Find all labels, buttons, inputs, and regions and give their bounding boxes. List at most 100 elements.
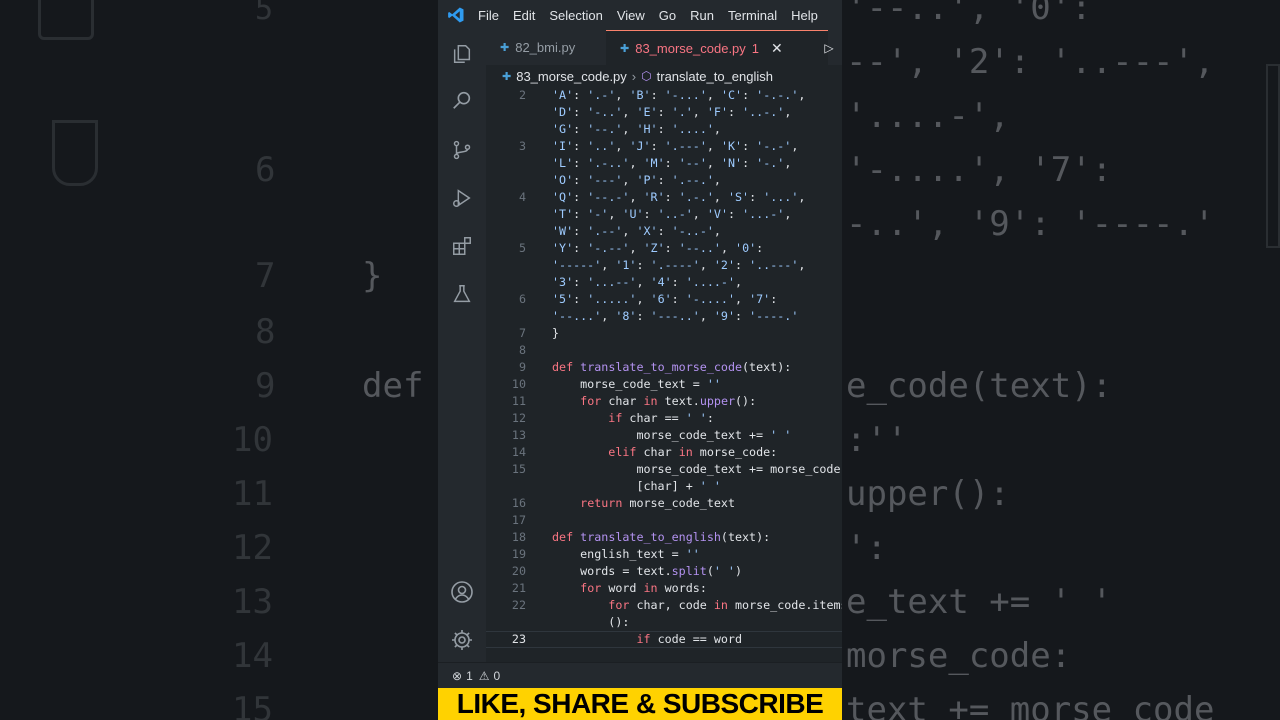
- menu-help[interactable]: Help: [791, 8, 818, 23]
- menu-go[interactable]: Go: [659, 8, 676, 23]
- code-line[interactable]: 3 'I': '..', 'J': '.---', 'K': '-.-',: [486, 138, 842, 155]
- code-line[interactable]: [char] + ' ': [486, 478, 842, 495]
- code-line[interactable]: 'W': '.--', 'X': '-..-',: [486, 223, 842, 240]
- menu-edit[interactable]: Edit: [513, 8, 535, 23]
- code-line[interactable]: 21 for word in words:: [486, 580, 842, 597]
- blurred-code-text: :'': [846, 420, 908, 460]
- search-icon[interactable]: [450, 88, 474, 112]
- blurred-line-number: 10: [232, 420, 273, 460]
- code-line[interactable]: 19 english_text = '': [486, 546, 842, 563]
- code-line[interactable]: 10 morse_code_text = '': [486, 376, 842, 393]
- code-line[interactable]: '3': '...--', '4': '....-',: [486, 274, 842, 291]
- code-line[interactable]: 'T': '-', 'U': '..-', 'V': '...-',: [486, 206, 842, 223]
- blurred-line-number: 8: [255, 312, 276, 352]
- blurred-code-text: }: [362, 256, 383, 296]
- code-line[interactable]: 17: [486, 512, 842, 529]
- code-text: morse_code_text += morse_code: [552, 462, 841, 476]
- line-number: 23: [511, 632, 526, 646]
- error-icon[interactable]: ⊗: [452, 669, 462, 683]
- code-line[interactable]: 22 for char, code in morse_code.items: [486, 597, 842, 614]
- code-line[interactable]: 18 def translate_to_english(text):: [486, 529, 842, 546]
- blurred-code-text: -..', '9': '----.': [846, 204, 1215, 244]
- code-line[interactable]: 20 words = text.split(' '): [486, 563, 842, 580]
- code-line[interactable]: 16 return morse_code_text: [486, 495, 842, 512]
- source-control-icon[interactable]: [450, 138, 474, 162]
- code-line[interactable]: '-----', '1': '.----', '2': '..---',: [486, 257, 842, 274]
- blurred-line-number: 11: [232, 474, 273, 514]
- code-line[interactable]: 12 if char == ' ':: [486, 410, 842, 427]
- code-text: return morse_code_text: [580, 496, 735, 510]
- blurred-code-text: upper():: [846, 474, 1010, 514]
- tab-83-morse-code[interactable]: ✚ 83_morse_code.py 1 ✕: [606, 30, 828, 65]
- code-text: for char, code in morse_code.items: [608, 598, 842, 612]
- code-line[interactable]: ():: [486, 614, 842, 631]
- code-line[interactable]: 23 if code == word: [486, 631, 842, 648]
- background-right-panel: '--..', '0': --', '2': '..---', '....-', '-…: [842, 0, 1280, 720]
- line-number: 16: [511, 496, 526, 510]
- code-text: def translate_to_morse_code(text):: [552, 360, 792, 374]
- code-line[interactable]: 6 '5': '.....', '6': '-....', '7':: [486, 291, 842, 308]
- warning-count[interactable]: 0: [494, 669, 501, 683]
- blurred-scrollbar: [1266, 64, 1280, 248]
- breadcrumb-file[interactable]: 83_morse_code.py: [516, 69, 627, 84]
- code-line[interactable]: 11 for char in text.upper():: [486, 393, 842, 410]
- background-left-panel: 5 6 7} 8 9 def 10 11 12 13 14 15: [0, 0, 438, 720]
- testing-flask-icon[interactable]: [450, 282, 474, 306]
- code-line[interactable]: '--...', '8': '---..', '9': '----.': [486, 308, 842, 325]
- menu-selection[interactable]: Selection: [549, 8, 602, 23]
- code-editor[interactable]: 2 'A': '.-', 'B': '-...', 'C': '-.-.', 'D'…: [486, 87, 842, 662]
- vscode-window: File Edit Selection View Go Run Terminal…: [438, 0, 842, 720]
- symbol-method-icon: ⬡: [641, 69, 652, 83]
- menu-file[interactable]: File: [478, 8, 499, 23]
- code-text: 'L': '.-..', 'M': '--', 'N': '-.',: [552, 156, 792, 170]
- code-line[interactable]: 'D': '-..', 'E': '.', 'F': '..-.',: [486, 104, 842, 121]
- code-line[interactable]: 13 morse_code_text += ' ': [486, 427, 842, 444]
- code-text: 'A': '.-', 'B': '-...', 'C': '-.-.',: [552, 88, 806, 102]
- line-number: 22: [511, 598, 526, 612]
- code-line[interactable]: 2 'A': '.-', 'B': '-...', 'C': '-.-.',: [486, 87, 842, 104]
- code-line[interactable]: 8: [486, 342, 842, 359]
- line-number: 18: [511, 530, 526, 544]
- code-text: 'O': '---', 'P': '.--.',: [552, 173, 721, 187]
- blurred-line-number: 5: [255, 0, 274, 27]
- menu-run[interactable]: Run: [690, 8, 714, 23]
- account-icon[interactable]: [450, 580, 474, 604]
- menu-view[interactable]: View: [617, 8, 645, 23]
- settings-gear-icon[interactable]: [450, 628, 474, 652]
- run-debug-icon[interactable]: [450, 186, 474, 210]
- line-number: 19: [511, 547, 526, 561]
- line-number: 13: [511, 428, 526, 442]
- code-line[interactable]: 'L': '.-..', 'M': '--', 'N': '-.',: [486, 155, 842, 172]
- code-line[interactable]: 'G': '--.', 'H': '....',: [486, 121, 842, 138]
- code-line[interactable]: 15 morse_code_text += morse_code: [486, 461, 842, 478]
- extensions-icon[interactable]: [450, 234, 474, 258]
- activity-bar: [438, 30, 486, 662]
- blurred-explorer-icon: [38, 0, 94, 40]
- code-text: for word in words:: [580, 581, 707, 595]
- warning-icon[interactable]: ⚠: [479, 669, 490, 683]
- menu-terminal[interactable]: Terminal: [728, 8, 777, 23]
- code-text: morse_code_text += ' ': [552, 428, 792, 442]
- code-text: if char == ' ':: [608, 411, 714, 425]
- blurred-code-text: '....-',: [846, 96, 1010, 136]
- run-file-icon[interactable]: ▷: [816, 30, 842, 65]
- blurred-line-number: 7: [255, 256, 276, 296]
- blurred-code-text: e_code(text):: [846, 366, 1113, 406]
- code-line[interactable]: 9 def translate_to_morse_code(text):: [486, 359, 842, 376]
- line-number: 2: [518, 88, 526, 102]
- close-icon[interactable]: ✕: [771, 40, 783, 57]
- error-count[interactable]: 1: [466, 669, 473, 683]
- code-line[interactable]: 5 'Y': '-.--', 'Z': '--..', '0':: [486, 240, 842, 257]
- explorer-icon[interactable]: [450, 42, 474, 66]
- code-text: elif char in morse_code:: [608, 445, 778, 459]
- code-line[interactable]: 14 elif char in morse_code:: [486, 444, 842, 461]
- code-line[interactable]: 'O': '---', 'P': '.--.',: [486, 172, 842, 189]
- blurred-code-text: '--..', '0':: [846, 0, 1092, 28]
- code-line[interactable]: 4 'Q': '--.-', 'R': '.-.', 'S': '...',: [486, 189, 842, 206]
- line-number: 11: [511, 394, 526, 408]
- breadcrumb-symbol[interactable]: translate_to_english: [657, 69, 773, 84]
- blurred-line-number: 6: [255, 150, 276, 190]
- blurred-code-text: '-....', '7':: [846, 150, 1113, 190]
- tab-82-bmi[interactable]: ✚ 82_bmi.py: [486, 30, 606, 65]
- code-line[interactable]: 7}: [486, 325, 842, 342]
